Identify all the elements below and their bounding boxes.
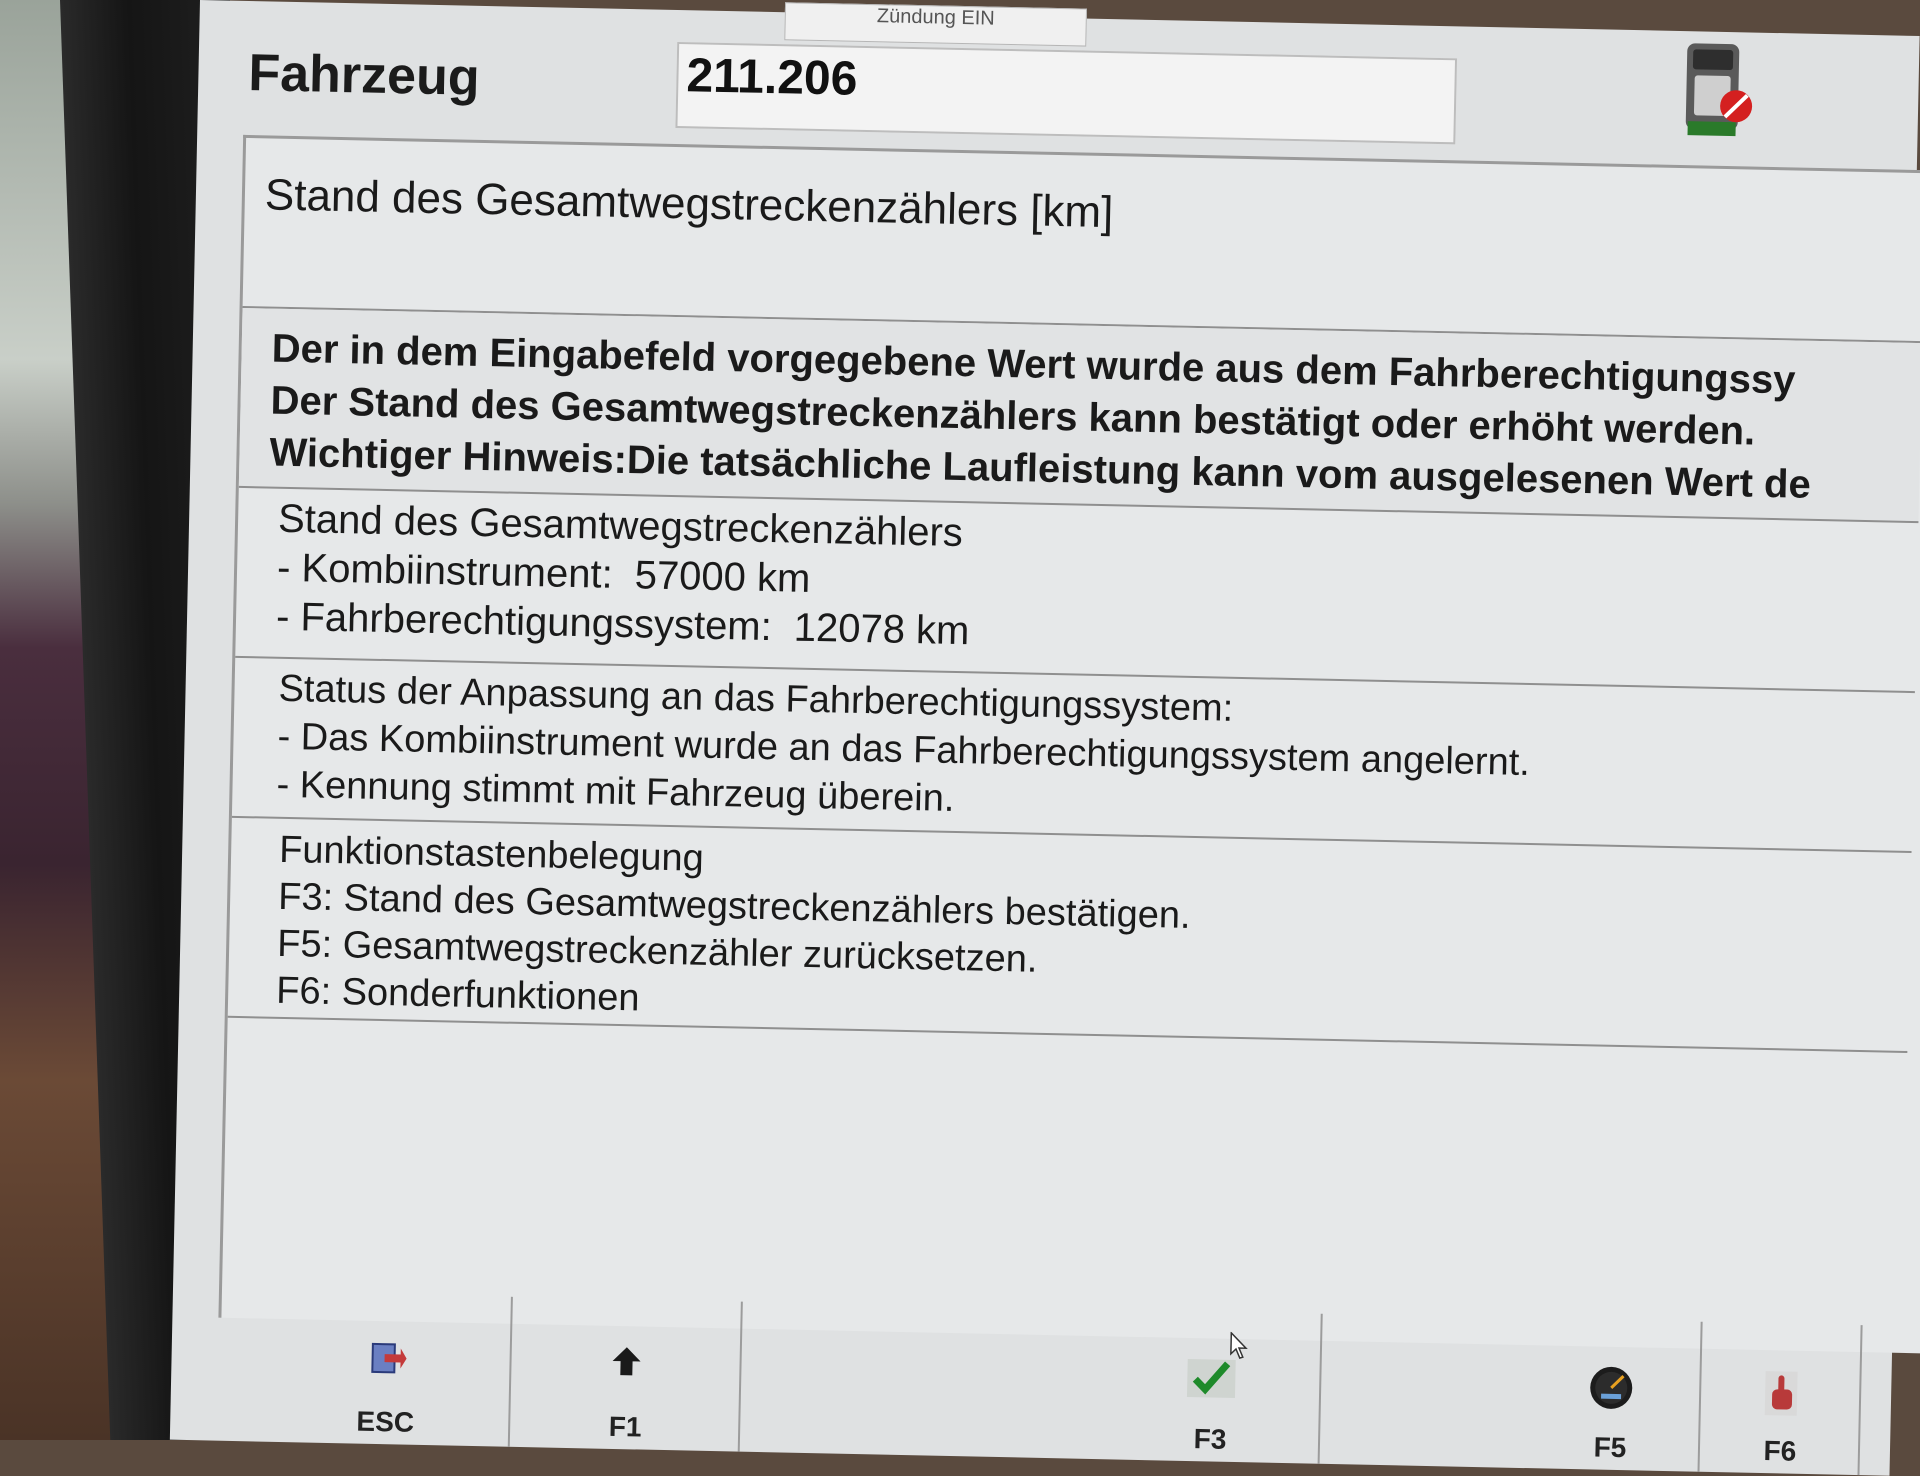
checkmark-icon: [1186, 1358, 1236, 1398]
f3-button[interactable]: F3: [1100, 1309, 1323, 1464]
vehicle-field[interactable]: 211.206: [675, 42, 1458, 145]
divider: [737, 1301, 743, 1452]
f3-label: F3: [1193, 1423, 1227, 1455]
arrow-up-icon: [612, 1347, 641, 1376]
esc-label: ESC: [356, 1405, 415, 1438]
page-title: Stand des Gesamtwegstreckenzählers [km]: [264, 170, 1114, 238]
f1-button[interactable]: F1: [510, 1297, 743, 1452]
divider: [1317, 1313, 1323, 1464]
gauge-icon: [1590, 1366, 1633, 1409]
application-screen: Zündung EIN Fahrzeug 211.206 Stand des G…: [169, 0, 1920, 1476]
function-key-bar: ESC F1 F3 F5 F6: [260, 1292, 1863, 1476]
divider: [1857, 1325, 1863, 1476]
vehicle-label: Fahrzeug: [247, 44, 481, 107]
f1-label: F1: [608, 1410, 642, 1443]
f5-label: F5: [1593, 1431, 1627, 1464]
main-panel: Stand des Gesamtwegstreckenzählers [km] …: [218, 134, 1920, 1354]
pointing-hand-icon: [1764, 1371, 1798, 1416]
section-warning: Der in dem Eingabefeld vorgegebene Wert …: [238, 307, 1920, 524]
ignition-status-tab: Zündung EIN: [784, 2, 1088, 47]
f5-button[interactable]: F5: [1520, 1318, 1703, 1472]
mouse-cursor-icon: [1230, 1331, 1248, 1359]
fbs-label: - Fahrberechtigungssystem:: [275, 594, 773, 650]
esc-button[interactable]: ESC: [260, 1292, 513, 1447]
fbs-value: 12078 km: [793, 605, 970, 654]
f6-label: F6: [1763, 1435, 1797, 1467]
section-function-keys: Funktionstastenbelegung F3: Stand des Ge…: [227, 817, 1912, 1053]
diagnostic-device-icon: [1685, 43, 1753, 137]
kombi-label: - Kombiinstrument:: [276, 545, 614, 597]
kombi-value: 57000 km: [634, 553, 811, 601]
f6-button[interactable]: F6: [1700, 1322, 1863, 1476]
exit-door-icon: [371, 1342, 407, 1374]
